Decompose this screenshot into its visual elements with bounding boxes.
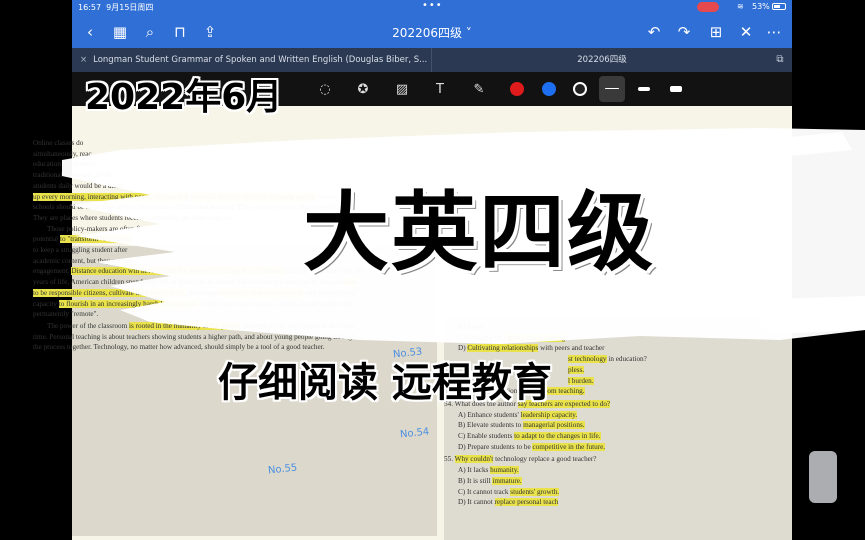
text-icon[interactable]: T — [431, 80, 449, 98]
tab-close-icon[interactable]: × — [80, 55, 87, 65]
stroke-thick[interactable] — [670, 86, 682, 92]
passage-paragraph-3: The power of the classroom is rooted in … — [33, 321, 356, 352]
battery-percentage: 53% — [752, 2, 770, 11]
bookmark-icon[interactable]: ⊓ — [170, 22, 190, 42]
stroke-thin[interactable] — [605, 88, 619, 89]
answer-option: B) It is still immature. — [458, 476, 522, 485]
answer-option: D) Prepare students to be competitive in… — [458, 442, 606, 451]
answer-option: A) Enhance students' leadership capacity… — [458, 410, 578, 419]
app-toolbar: ‹ ▦ ⌕ ⊓ ⇪ 202206四级 ˅ ↶ ↷ ⊞ ✕ ⋯ — [72, 16, 792, 48]
wifi-icon: ≋ — [737, 2, 744, 11]
document-title[interactable]: 202206四级 ˅ — [372, 24, 492, 41]
split-view-icon[interactable]: ⧉ — [772, 50, 788, 68]
more-icon[interactable]: ⋯ — [764, 22, 784, 42]
shape-icon[interactable]: ✪ — [354, 80, 372, 98]
stroke-thin-selected[interactable] — [599, 76, 625, 102]
search-icon[interactable]: ⌕ — [140, 22, 160, 42]
multitask-dots[interactable]: ••• — [422, 0, 443, 11]
question-55: 55. Why couldn't technology replace a go… — [444, 455, 597, 464]
recording-indicator-icon — [697, 2, 719, 12]
grid-icon[interactable]: ▦ — [110, 22, 130, 42]
image-icon[interactable]: ▨ — [393, 80, 411, 98]
overlay-title: 大英四级 — [303, 183, 655, 283]
passage-line: Online classes do — [33, 139, 84, 147]
status-bar: 16:57 9月15日周四 ••• ≋ 53% — [72, 0, 792, 14]
answer-option: C) Growing into living and breathing — [458, 333, 566, 342]
answer-option: A) It lacks humanity. — [458, 466, 519, 475]
add-page-icon[interactable]: ⊞ — [706, 22, 726, 42]
undo-icon[interactable]: ↶ — [644, 22, 664, 42]
close-icon[interactable]: ✕ — [736, 22, 756, 42]
share-icon[interactable]: ⇪ — [200, 22, 220, 42]
lasso-icon[interactable]: ◌ — [316, 80, 334, 98]
laser-icon[interactable]: ✎ — [470, 80, 488, 98]
back-icon[interactable]: ‹ — [80, 22, 100, 42]
redo-icon[interactable]: ↷ — [674, 22, 694, 42]
overlay-subtitle: 仔细阅读 远程教育 — [218, 360, 552, 406]
pen-color-red[interactable] — [510, 82, 524, 96]
overlay-date: 2022年6月 — [85, 77, 283, 118]
answer-option: C) It cannot track students' growth. — [458, 487, 560, 496]
scroll-handle[interactable] — [809, 451, 837, 503]
stroke-medium[interactable] — [638, 87, 650, 91]
answer-option: B) Exten — [458, 323, 484, 331]
status-time: 16:57 9月15日周四 — [78, 3, 154, 12]
pen-color-blue[interactable] — [542, 82, 556, 96]
tab-202206[interactable]: 202206四级 — [432, 48, 772, 72]
battery-icon — [772, 3, 786, 10]
answer-option: D) It cannot replace personal teach — [458, 498, 559, 507]
pen-color-black[interactable] — [573, 82, 587, 96]
passage-line: simultaneously, reac — [33, 149, 92, 158]
